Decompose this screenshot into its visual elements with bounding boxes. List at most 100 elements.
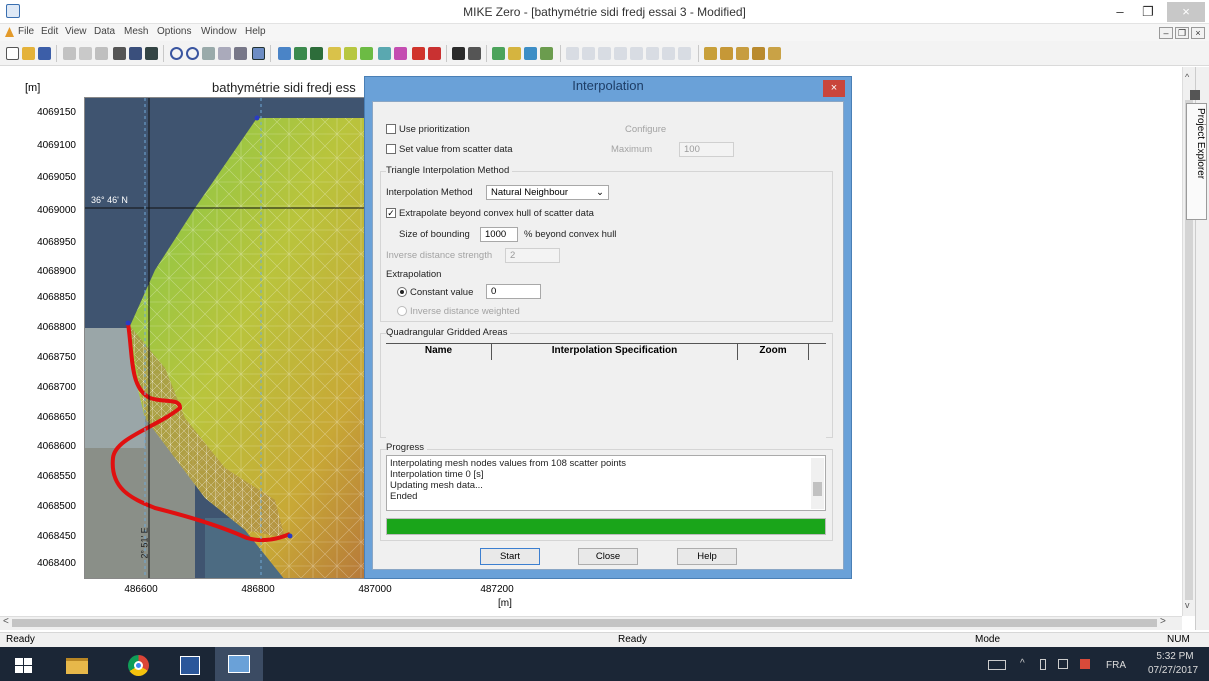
save-icon[interactable] <box>38 47 51 60</box>
use-prioritization-checkbox[interactable] <box>386 124 396 134</box>
menu-options[interactable]: Options <box>157 26 191 37</box>
dialog-close-icon[interactable]: × <box>823 80 845 97</box>
mesh-option-icon[interactable] <box>704 47 717 60</box>
help-button[interactable]: Help <box>677 548 737 565</box>
inverse-strength-input: 2 <box>505 248 560 263</box>
extrapolate-checkbox[interactable]: ✓ <box>386 208 396 218</box>
project-explorer-icon <box>1190 90 1200 100</box>
lock-icon[interactable] <box>468 47 481 60</box>
mesh-option-icon[interactable] <box>736 47 749 60</box>
progress-log[interactable]: Interpolating mesh nodes values from 108… <box>386 455 826 511</box>
word-icon[interactable] <box>170 650 210 680</box>
status-bar: Ready Ready Mode NUM <box>0 632 1209 647</box>
mesh-map[interactable]: 36° 46' N 2° 51' E <box>84 97 374 579</box>
constant-value-input[interactable]: 0 <box>486 284 541 299</box>
horizontal-scroll-thumb[interactable] <box>12 619 1157 627</box>
close-button-dialog[interactable]: Close <box>578 548 638 565</box>
mesh-smooth-icon[interactable] <box>508 47 521 60</box>
column-header-name[interactable]: Name <box>386 343 492 360</box>
mesh-refine-icon[interactable] <box>524 47 537 60</box>
bounding-input[interactable]: 1000 <box>480 227 518 242</box>
menu-data[interactable]: Data <box>94 26 115 37</box>
constant-value-label: Constant value <box>410 287 474 298</box>
node-tool-icon[interactable] <box>294 47 307 60</box>
node-tool-2-icon[interactable] <box>310 47 323 60</box>
new-file-icon[interactable] <box>6 47 19 60</box>
column-header-zoom[interactable]: Zoom <box>738 343 809 360</box>
method-value: Natural Neighbour <box>491 187 569 198</box>
print-icon[interactable] <box>113 47 126 60</box>
scroll-right-icon[interactable]: > <box>1160 616 1166 627</box>
start-windows-icon[interactable] <box>5 650 45 680</box>
mesh-option-icon[interactable] <box>752 47 765 60</box>
mdi-close-button[interactable]: × <box>1191 27 1205 39</box>
menu-mesh[interactable]: Mesh <box>124 26 148 37</box>
minimize-button[interactable]: – <box>1106 2 1134 22</box>
maximize-button[interactable]: ❐ <box>1134 2 1162 22</box>
tray-date[interactable]: 07/27/2017 <box>1140 665 1206 676</box>
menu-view[interactable]: View <box>65 26 87 37</box>
status-left: Ready <box>6 634 35 645</box>
open-folder-icon[interactable] <box>22 47 35 60</box>
zoom-out-icon[interactable] <box>186 47 199 60</box>
scroll-left-icon[interactable]: < <box>3 616 9 627</box>
find-icon[interactable] <box>452 47 465 60</box>
start-button[interactable]: Start <box>480 548 540 565</box>
context-help-icon[interactable] <box>145 47 158 60</box>
menu-file[interactable]: File <box>18 26 34 37</box>
set-value-checkbox[interactable] <box>386 144 396 154</box>
pen-icon[interactable] <box>428 47 441 60</box>
toolbar <box>0 41 1209 66</box>
close-button[interactable]: × <box>1167 2 1205 22</box>
mesh-option-icon[interactable] <box>768 47 781 60</box>
x-tick-label: 487200 <box>480 584 514 595</box>
mesh-generate-icon[interactable] <box>492 47 505 60</box>
x-axis-unit: [m] <box>498 598 512 609</box>
polygon-icon[interactable] <box>394 47 407 60</box>
mesh-analyse-icon[interactable] <box>540 47 553 60</box>
copy-icon[interactable] <box>79 47 92 60</box>
draw-line-icon[interactable] <box>328 47 341 60</box>
pan-2-icon[interactable] <box>218 47 231 60</box>
menu-window[interactable]: Window <box>201 26 237 37</box>
menu-help[interactable]: Help <box>245 26 266 37</box>
volume-icon[interactable] <box>1080 659 1090 669</box>
edit-line-icon[interactable] <box>360 47 373 60</box>
column-header-specification[interactable]: Interpolation Specification <box>492 343 738 360</box>
zoom-extent-icon[interactable] <box>234 47 247 60</box>
keyboard-icon[interactable] <box>988 660 1006 670</box>
grid-view-icon[interactable] <box>252 47 265 60</box>
network-icon[interactable] <box>1058 659 1068 669</box>
cut-icon[interactable] <box>63 47 76 60</box>
draw-polyline-icon[interactable] <box>344 47 357 60</box>
marker-icon[interactable] <box>412 47 425 60</box>
paste-icon[interactable] <box>95 47 108 60</box>
mdi-restore-button[interactable]: ❐ <box>1175 27 1189 39</box>
language-indicator[interactable]: FRA <box>1106 660 1126 671</box>
inverse-weighted-label: Inverse distance weighted <box>410 306 520 317</box>
scroll-up-icon[interactable]: ^ <box>1185 72 1189 82</box>
triangle-group-label: Triangle Interpolation Method <box>386 165 513 176</box>
inverse-strength-label: Inverse distance strength <box>386 250 493 261</box>
about-icon[interactable] <box>129 47 142 60</box>
tray-chevron-icon[interactable]: ^ <box>1020 658 1025 669</box>
mesh-option-icon[interactable] <box>720 47 733 60</box>
menu-edit[interactable]: Edit <box>41 26 58 37</box>
select-icon[interactable] <box>278 47 291 60</box>
file-explorer-icon[interactable] <box>56 650 96 680</box>
interpolation-method-select[interactable]: Natural Neighbour ⌄ <box>486 185 609 200</box>
scroll-down-icon[interactable]: v <box>1185 600 1190 610</box>
pan-icon[interactable] <box>202 47 215 60</box>
extrapolate-label: Extrapolate beyond convex hull of scatte… <box>399 208 594 219</box>
mike-zero-taskbar-icon[interactable] <box>215 647 263 681</box>
arc-icon[interactable] <box>378 47 391 60</box>
mdi-minimize-button[interactable]: – <box>1159 27 1173 39</box>
constant-value-radio[interactable] <box>397 287 407 297</box>
zoom-in-icon[interactable] <box>170 47 183 60</box>
chrome-icon[interactable] <box>118 650 158 680</box>
window-title: MIKE Zero - [bathymétrie sidi fredj essa… <box>463 5 746 19</box>
log-scroll-thumb[interactable] <box>813 482 822 496</box>
progress-fill <box>387 519 825 534</box>
disabled-tool-icon <box>566 47 579 60</box>
tray-time[interactable]: 5:32 PM <box>1150 651 1200 662</box>
